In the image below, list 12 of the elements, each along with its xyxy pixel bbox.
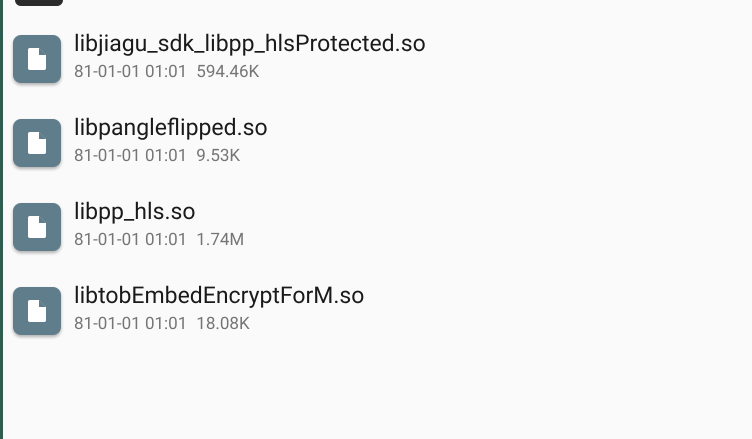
- file-date: 81-01-01 01:01: [74, 313, 188, 335]
- file-date: 81-01-01 01:01: [74, 61, 188, 83]
- file-size: 9.53K: [196, 145, 240, 167]
- file-name[interactable]: libpp_hls.so: [74, 197, 244, 227]
- file-size: 594.46K: [196, 61, 260, 83]
- file-name[interactable]: libpangleflipped.so: [74, 113, 268, 143]
- file-name[interactable]: libjiagu_sdk_libpp_hlsProtected.so: [74, 29, 426, 59]
- file-date: 81-01-01 01:01: [74, 145, 188, 167]
- file-size: 1.74M: [196, 229, 244, 251]
- file-size: 18.08K: [196, 313, 250, 335]
- file-name[interactable]: libtobEmbedEncryptForM.so: [74, 281, 364, 311]
- file-date: 81-01-01 01:01: [74, 229, 188, 251]
